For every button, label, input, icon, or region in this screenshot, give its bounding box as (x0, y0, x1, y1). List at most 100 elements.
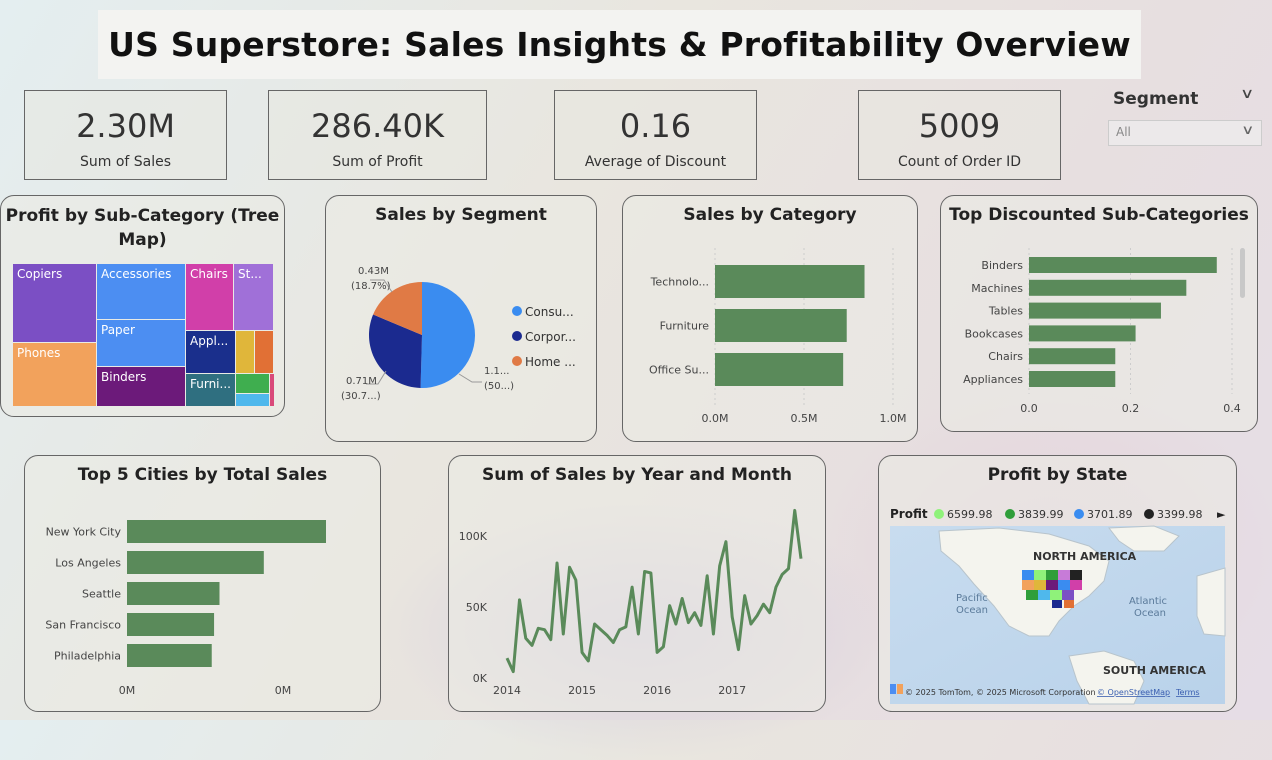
y-tick-label: 50K (466, 601, 488, 614)
tick-label: 0.0 (1020, 402, 1038, 415)
treemap-cell[interactable]: Furni... (186, 374, 235, 406)
treemap-cell[interactable]: Paper (97, 320, 185, 366)
bar[interactable] (1029, 371, 1116, 387)
x-tick-label: 2014 (493, 684, 521, 697)
kpi-value: 0.16 (619, 107, 692, 145)
segment-pie-panel[interactable]: Sales by Segment 0.43M (18.7%) 0.71M (30… (325, 195, 597, 442)
dashboard-title-box: US Superstore: Sales Insights & Profitab… (98, 10, 1141, 79)
treemap-cell[interactable]: Phones (13, 343, 96, 406)
pie-chart[interactable]: 0.43M (18.7%) 0.71M (30.7...) 1.1... (50… (326, 196, 596, 441)
category-bar-chart[interactable]: Technolo... Furniture Office Su... 0.0M 0.5M… (623, 196, 917, 441)
bar[interactable] (127, 582, 220, 605)
tick-label: 0.2 (1122, 402, 1140, 415)
category-label: San Francisco (45, 619, 121, 632)
y-tick-label: 0K (473, 672, 488, 685)
osm-link[interactable]: © OpenStreetMap (1097, 688, 1170, 697)
bar[interactable] (127, 551, 264, 574)
cities-bar-panel[interactable]: Top 5 Cities by Total Sales New York Cit… (24, 455, 381, 712)
bar[interactable] (1029, 257, 1217, 273)
tick-label: 0.0M (702, 412, 729, 425)
dashboard-title: US Superstore: Sales Insights & Profitab… (108, 25, 1131, 64)
treemap-cell[interactable] (255, 331, 273, 373)
bar[interactable] (127, 644, 212, 667)
pie-leader-line (458, 373, 482, 383)
treemap-cell[interactable] (270, 374, 274, 406)
treemap-cell[interactable]: Binders (97, 367, 185, 406)
kpi-card-sales[interactable]: 2.30M Sum of Sales (24, 90, 227, 180)
bar[interactable] (127, 520, 326, 543)
kpi-card-discount[interactable]: 0.16 Average of Discount (554, 90, 757, 180)
category-label: Appliances (963, 373, 1023, 386)
europe-africa-landmass (1196, 567, 1226, 637)
map-panel[interactable]: Profit by State Profit 6599.98 3839.99 3… (878, 455, 1237, 712)
tick-label: 0M (275, 684, 292, 697)
map-visual[interactable]: Profit 6599.98 3839.99 3701.89 3399.98 ► (879, 456, 1236, 711)
category-label: Seattle (82, 588, 121, 601)
discount-bar-panel[interactable]: Top Discounted Sub-Categories Binders Mac… (940, 195, 1258, 432)
sales-line-chart[interactable]: 100K 50K 0K 2014 2015 2016 2017 (449, 456, 825, 711)
map-legend-label: 6599.98 (947, 508, 993, 521)
x-tick-label: 2015 (568, 684, 596, 697)
terms-link[interactable]: Terms (1175, 688, 1200, 697)
bar[interactable] (715, 265, 865, 298)
segment-slicer-label: Segment (1113, 89, 1199, 109)
category-bar-panel[interactable]: Sales by Category Technolo... Furniture Of… (622, 195, 918, 442)
map-legend-title: Profit (890, 507, 928, 521)
bar[interactable] (1029, 302, 1161, 319)
bar[interactable] (1029, 279, 1187, 296)
category-label: Machines (971, 282, 1023, 295)
pie-slice[interactable] (420, 282, 475, 388)
bar[interactable] (715, 309, 847, 342)
tick-label: 0M (119, 684, 136, 697)
pie-data-label: 1.1... (484, 366, 509, 377)
treemap-panel[interactable]: Profit by Sub-Category (Tree Map) Copier… (0, 195, 285, 417)
y-tick-label: 100K (459, 530, 488, 543)
sales-line[interactable] (505, 508, 803, 674)
map-attribution: © 2025 TomTom, © 2025 Microsoft Corporat… (905, 688, 1096, 697)
legend-marker (934, 509, 944, 519)
category-label: Binders (981, 259, 1023, 272)
bar[interactable] (715, 353, 844, 386)
bar[interactable] (1029, 325, 1136, 342)
kpi-value: 5009 (918, 107, 1001, 145)
map-legend-label: 3701.89 (1087, 508, 1133, 521)
cities-bar-chart[interactable]: New York City Los Angeles Seattle San Franc… (25, 456, 380, 711)
x-tick-label: 2016 (643, 684, 671, 697)
kpi-label: Sum of Profit (332, 154, 423, 170)
scrollbar-thumb[interactable] (1240, 248, 1245, 298)
bar[interactable] (1029, 348, 1116, 365)
map-label-atlantic: Ocean (1134, 608, 1166, 619)
treemap-cell[interactable]: St... (234, 264, 273, 330)
discount-bar-chart[interactable]: Binders Machines Tables Bookcases Chairs Appl… (941, 196, 1257, 431)
chevron-down-icon: ∨ (1241, 123, 1255, 138)
legend-next-icon[interactable]: ► (1217, 508, 1226, 521)
segment-slicer-value: All (1116, 125, 1131, 139)
kpi-value: 286.40K (311, 107, 444, 145)
treemap-cell[interactable]: Appl... (186, 331, 235, 373)
map-legend-label: 3839.99 (1018, 508, 1064, 521)
treemap-cell[interactable]: Chairs (186, 264, 233, 330)
treemap-cell[interactable] (236, 374, 269, 393)
bing-logo-icon (890, 684, 896, 694)
bar[interactable] (127, 613, 215, 636)
map-label-south-america: SOUTH AMERICA (1103, 664, 1206, 677)
line-chart-panel[interactable]: Sum of Sales by Year and Month 100K 50K 0K… (448, 455, 826, 712)
kpi-label: Average of Discount (584, 154, 727, 170)
category-label: Philadelphia (54, 650, 121, 663)
chevron-down-icon[interactable]: ∨ (1240, 86, 1254, 102)
map-label-north-america: NORTH AMERICA (1033, 550, 1137, 563)
kpi-card-profit[interactable]: 286.40K Sum of Profit (268, 90, 487, 180)
treemap-cell[interactable]: Copiers (13, 264, 96, 342)
legend-marker (512, 331, 522, 341)
segment-slicer-dropdown[interactable]: All ∨ (1108, 120, 1262, 146)
treemap-cell[interactable]: Accessories (97, 264, 185, 319)
legend-label: Home ... (525, 355, 576, 369)
kpi-card-orders[interactable]: 5009 Count of Order ID (858, 90, 1061, 180)
category-label: Bookcases (965, 327, 1024, 340)
kpi-label: Count of Order ID (897, 154, 1022, 170)
category-label: Furniture (660, 320, 710, 333)
treemap[interactable]: Copiers Phones Accessories Paper Binders… (13, 264, 274, 406)
tick-label: 0.5M (791, 412, 818, 425)
treemap-cell[interactable] (236, 331, 254, 373)
treemap-cell[interactable] (236, 394, 269, 406)
